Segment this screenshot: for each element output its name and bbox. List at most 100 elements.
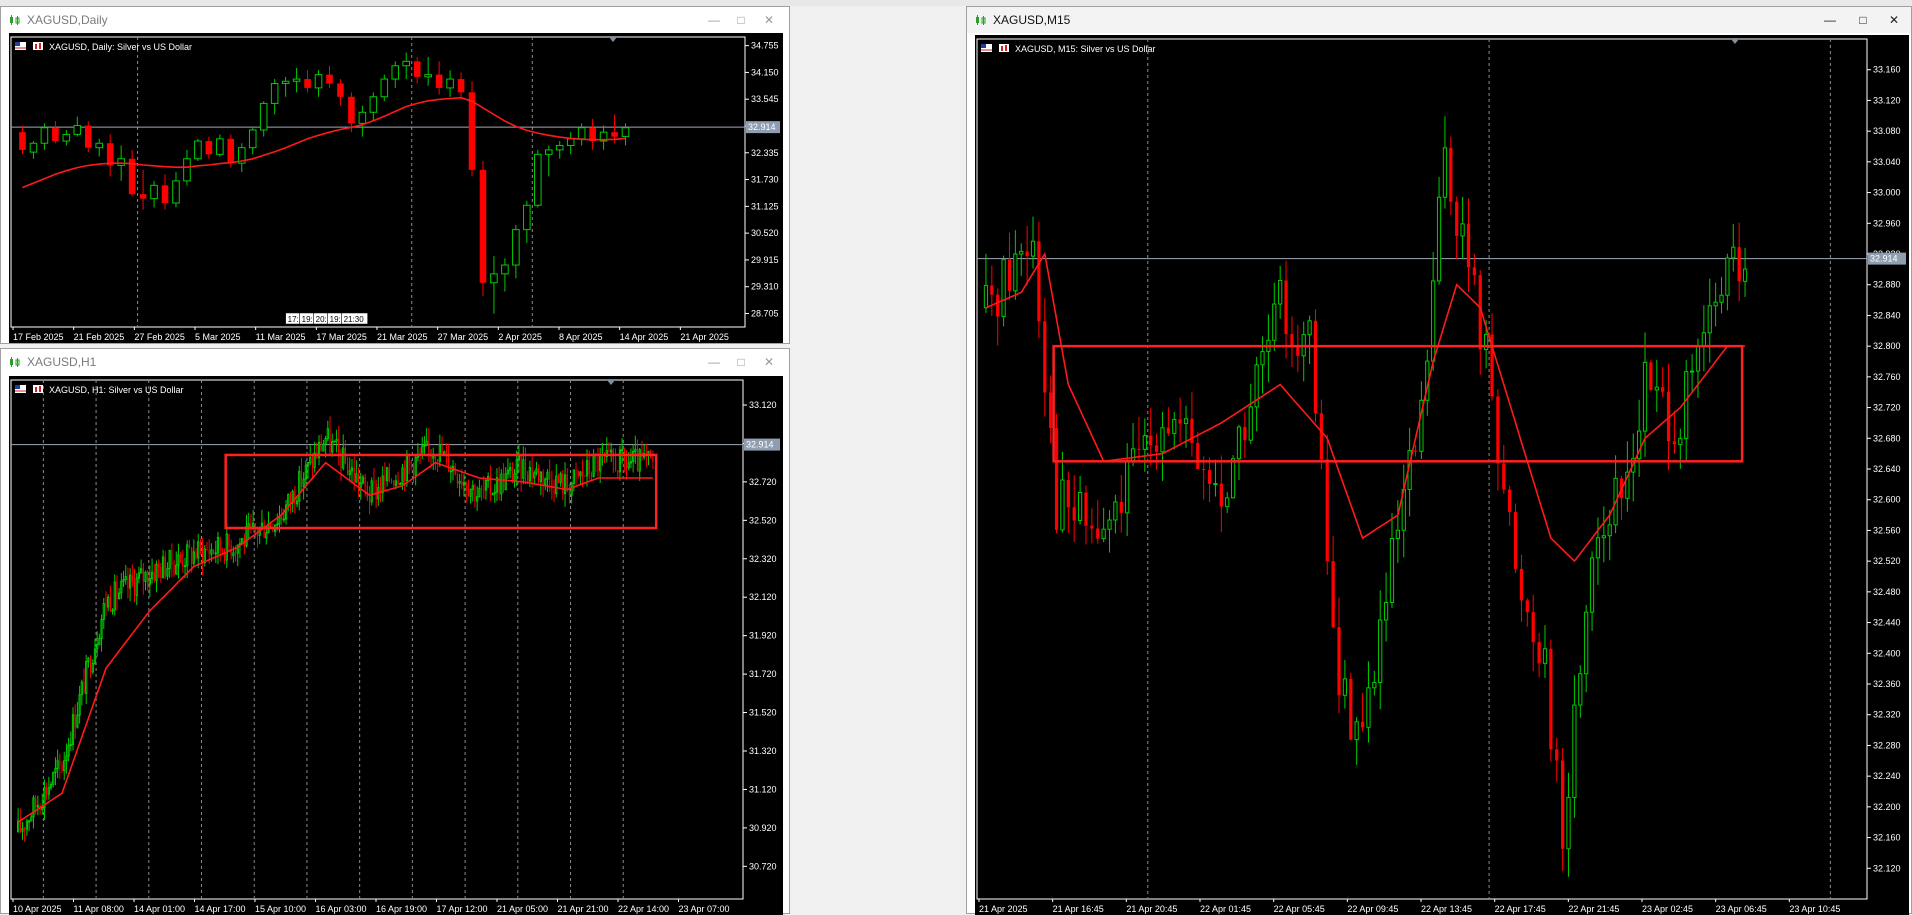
- candle: [80, 681, 83, 696]
- close-icon[interactable]: ✕: [758, 352, 780, 372]
- candle: [199, 541, 202, 548]
- candle: [1496, 396, 1500, 464]
- candle: [1460, 223, 1465, 237]
- candle: [434, 456, 437, 460]
- candle: [1243, 426, 1247, 441]
- x-tick-label: 2 Apr 2025: [498, 332, 542, 342]
- candle: [1202, 468, 1206, 471]
- candle: [194, 140, 202, 160]
- candle: [570, 482, 573, 496]
- chart-icon-bar: [35, 387, 37, 392]
- y-tick-label: 32.160: [1873, 833, 1901, 843]
- candle: [326, 74, 333, 84]
- candle: [177, 554, 180, 566]
- y-tick-label: 31.730: [751, 175, 779, 185]
- chart-area[interactable]: 34.75534.15033.54532.94032.33531.73031.1…: [9, 33, 783, 343]
- candle: [535, 468, 538, 474]
- candle: [188, 544, 191, 548]
- candle: [117, 158, 125, 166]
- maximize-icon[interactable]: □: [1852, 10, 1874, 30]
- candle: [1213, 483, 1218, 486]
- window-titlebar[interactable]: XAGUSD,H1 — □ ✕: [1, 349, 789, 375]
- candle: [102, 603, 105, 620]
- candle: [478, 488, 481, 498]
- chart-area[interactable]: 33.12032.92032.72032.52032.32032.12031.9…: [9, 376, 783, 915]
- candles-window-icon: [10, 357, 20, 367]
- candle: [566, 138, 575, 146]
- minimize-icon[interactable]: —: [703, 352, 725, 372]
- candle: [65, 755, 68, 762]
- candle: [183, 158, 191, 182]
- x-tick-label: 21 Mar 2025: [377, 332, 428, 342]
- candle: [247, 523, 250, 527]
- window-titlebar[interactable]: XAGUSD,M15 — □ ✕: [967, 7, 1911, 33]
- candle: [322, 443, 325, 452]
- candle: [106, 143, 114, 166]
- time-label: 21:30: [344, 315, 365, 324]
- candle: [432, 455, 435, 459]
- window-titlebar[interactable]: XAGUSD,Daily — □ ✕: [1, 7, 789, 33]
- chart-window-m15[interactable]: XAGUSD,M15 — □ ✕ 33.160 33.120 33.080 33.04…: [966, 6, 1912, 915]
- x-tick-label: 17 Mar 2025: [316, 332, 367, 342]
- y-tick-label: 30.520: [751, 228, 779, 238]
- candle: [127, 576, 129, 589]
- minimize-icon[interactable]: —: [703, 10, 725, 30]
- candle: [30, 816, 33, 822]
- time-label: 20:: [316, 315, 327, 324]
- candle: [1584, 611, 1589, 675]
- candles-window-icon: [976, 15, 986, 25]
- candle: [1072, 507, 1076, 521]
- candle: [342, 447, 345, 469]
- candle: [164, 556, 166, 577]
- candle: [501, 264, 509, 275]
- candle: [1695, 345, 1701, 372]
- y-tick-label: 31.920: [749, 631, 777, 641]
- candle: [1272, 303, 1277, 341]
- candle: [524, 459, 527, 475]
- chart-icon-bar: [39, 386, 41, 392]
- candle: [24, 828, 26, 830]
- chart-icon-bg: [999, 44, 1009, 52]
- close-icon[interactable]: ✕: [1883, 10, 1905, 30]
- candle: [469, 488, 472, 497]
- window-title: XAGUSD,Daily: [27, 13, 108, 27]
- candle: [298, 470, 301, 502]
- candle: [228, 533, 230, 546]
- candle: [1508, 489, 1512, 513]
- candle: [1654, 386, 1659, 391]
- candle: [468, 92, 476, 170]
- chart-window-daily[interactable]: XAGUSD,Daily — □ ✕ 34.755 34.150 33.545 32.…: [0, 6, 790, 344]
- candle: [1395, 529, 1400, 539]
- candle: [182, 559, 184, 567]
- candle: [1260, 351, 1265, 366]
- candle: [320, 442, 322, 452]
- candle: [572, 469, 575, 484]
- candle: [172, 180, 180, 204]
- y-tick-label: 33.120: [1873, 95, 1901, 105]
- candle: [1025, 251, 1029, 257]
- candle: [471, 485, 474, 490]
- candle: [1236, 426, 1242, 460]
- candle: [1290, 334, 1294, 347]
- y-tick-label: 32.320: [1873, 710, 1901, 720]
- candle: [983, 284, 989, 309]
- candle: [1349, 678, 1353, 740]
- candle: [614, 460, 617, 472]
- candle: [479, 169, 487, 283]
- x-tick-label: 22 Apr 05:45: [1274, 904, 1325, 914]
- candle: [1725, 257, 1730, 296]
- maximize-icon[interactable]: □: [730, 10, 752, 30]
- y-tick-label: 31.720: [749, 669, 777, 679]
- candle: [195, 551, 197, 558]
- maximize-icon[interactable]: □: [730, 352, 752, 372]
- candle: [500, 473, 503, 495]
- candle: [25, 820, 28, 830]
- candle: [1178, 419, 1182, 424]
- candle: [551, 480, 553, 491]
- minimize-icon[interactable]: —: [1819, 10, 1841, 30]
- chart-window-h1[interactable]: XAGUSD,H1 — □ ✕ 33.12032.92032.72032.520…: [0, 348, 790, 915]
- chart-area[interactable]: 33.160 33.120 33.080 33.040 33.000 32.960 32.9…: [975, 35, 1909, 915]
- close-icon[interactable]: ✕: [758, 10, 780, 30]
- y-tick-label: 31.125: [751, 201, 779, 211]
- candle: [85, 661, 88, 694]
